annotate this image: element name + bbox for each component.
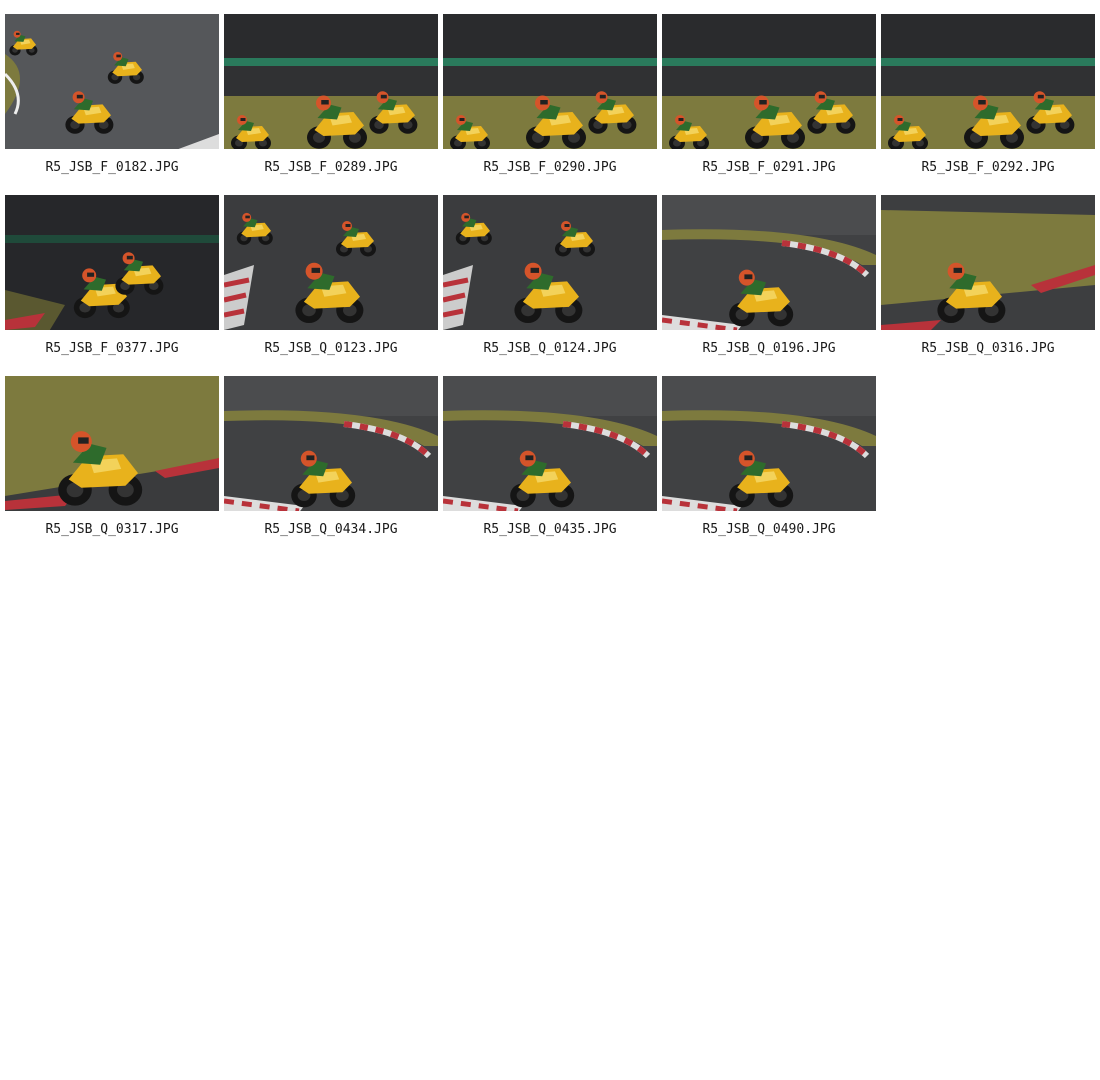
thumbnail-image[interactable] <box>5 195 219 330</box>
thumbnail-item[interactable]: R5_JSB_F_0290.JPG <box>443 14 657 176</box>
thumbnail-image[interactable] <box>224 376 438 511</box>
thumbnail-item[interactable]: R5_JSB_F_0292.JPG <box>881 14 1095 176</box>
thumbnail-caption[interactable]: R5_JSB_F_0292.JPG <box>881 160 1095 176</box>
thumbnail-caption[interactable]: R5_JSB_F_0182.JPG <box>5 160 219 176</box>
thumbnail-caption[interactable]: R5_JSB_F_0377.JPG <box>5 341 219 357</box>
thumbnail-item[interactable]: R5_JSB_Q_0435.JPG <box>443 376 657 538</box>
thumbnail-item[interactable]: R5_JSB_Q_0196.JPG <box>662 195 876 357</box>
thumbnail-image[interactable] <box>5 14 219 149</box>
thumbnail-caption[interactable]: R5_JSB_Q_0435.JPG <box>443 522 657 538</box>
thumbnail-item[interactable]: R5_JSB_F_0182.JPG <box>5 14 219 176</box>
thumbnail-item[interactable]: R5_JSB_Q_0124.JPG <box>443 195 657 357</box>
thumbnail-image[interactable] <box>881 195 1095 330</box>
gallery-row: R5_JSB_F_0377.JPG R5_JSB_Q_0123.JPG R5_J… <box>5 195 1100 357</box>
thumbnail-item[interactable]: R5_JSB_Q_0490.JPG <box>662 376 876 538</box>
gallery-row: R5_JSB_F_0182.JPG R5_JSB_F_0289.JPG R5_J… <box>5 14 1100 176</box>
thumbnail-image[interactable] <box>662 376 876 511</box>
thumbnail-item[interactable]: R5_JSB_F_0291.JPG <box>662 14 876 176</box>
thumbnail-gallery: R5_JSB_F_0182.JPG R5_JSB_F_0289.JPG R5_J… <box>5 14 1100 557</box>
thumbnail-caption[interactable]: R5_JSB_Q_0434.JPG <box>224 522 438 538</box>
thumbnail-image[interactable] <box>662 195 876 330</box>
thumbnail-image[interactable] <box>224 14 438 149</box>
thumbnail-caption[interactable]: R5_JSB_F_0289.JPG <box>224 160 438 176</box>
thumbnail-caption[interactable]: R5_JSB_Q_0316.JPG <box>881 341 1095 357</box>
thumbnail-image[interactable] <box>881 14 1095 149</box>
thumbnail-image[interactable] <box>443 14 657 149</box>
thumbnail-caption[interactable]: R5_JSB_Q_0124.JPG <box>443 341 657 357</box>
thumbnail-image[interactable] <box>224 195 438 330</box>
thumbnail-caption[interactable]: R5_JSB_F_0290.JPG <box>443 160 657 176</box>
thumbnail-caption[interactable]: R5_JSB_Q_0490.JPG <box>662 522 876 538</box>
thumbnail-item[interactable]: R5_JSB_F_0289.JPG <box>224 14 438 176</box>
thumbnail-caption[interactable]: R5_JSB_Q_0196.JPG <box>662 341 876 357</box>
thumbnail-item[interactable]: R5_JSB_Q_0434.JPG <box>224 376 438 538</box>
thumbnail-caption[interactable]: R5_JSB_Q_0317.JPG <box>5 522 219 538</box>
thumbnail-item[interactable]: R5_JSB_Q_0317.JPG <box>5 376 219 538</box>
thumbnail-item[interactable]: R5_JSB_F_0377.JPG <box>5 195 219 357</box>
thumbnail-image[interactable] <box>443 195 657 330</box>
thumbnail-item[interactable]: R5_JSB_Q_0316.JPG <box>881 195 1095 357</box>
thumbnail-image[interactable] <box>5 376 219 511</box>
thumbnail-caption[interactable]: R5_JSB_Q_0123.JPG <box>224 341 438 357</box>
thumbnail-image[interactable] <box>443 376 657 511</box>
thumbnail-caption[interactable]: R5_JSB_F_0291.JPG <box>662 160 876 176</box>
thumbnail-item[interactable]: R5_JSB_Q_0123.JPG <box>224 195 438 357</box>
thumbnail-image[interactable] <box>662 14 876 149</box>
gallery-row: R5_JSB_Q_0317.JPG R5_JSB_Q_0434.JPG R5_J… <box>5 376 1100 538</box>
